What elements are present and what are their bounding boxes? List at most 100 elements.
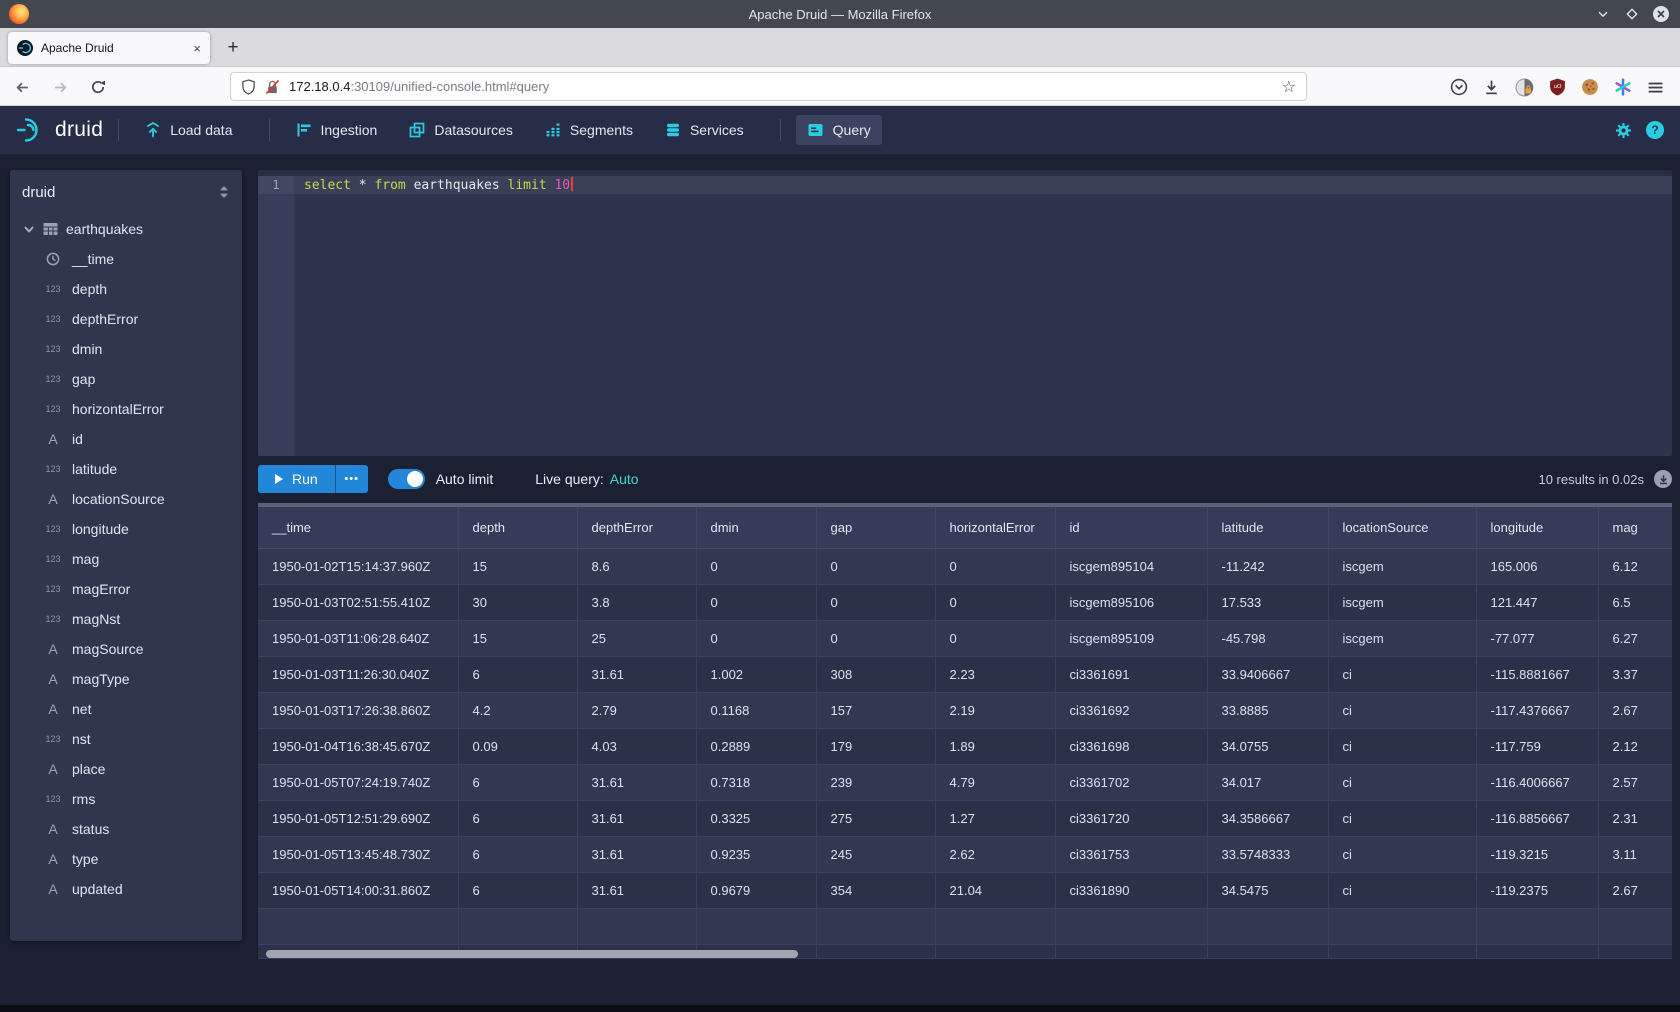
druid-logo[interactable]: druid [16,116,103,144]
cell[interactable]: ci3361720 [1055,800,1207,836]
cell[interactable]: 2.23 [935,656,1055,692]
cell[interactable]: 31.61 [577,656,696,692]
cell[interactable]: 0 [696,548,816,584]
cell[interactable]: 3.37 [1598,656,1672,692]
cell[interactable]: ci [1328,692,1476,728]
sidebar-column-place[interactable]: Aplace [10,754,242,784]
cell[interactable]: 0.9235 [696,836,816,872]
cell[interactable]: 2.19 [935,692,1055,728]
cell[interactable]: 0.3325 [696,800,816,836]
cell[interactable]: 34.017 [1207,764,1328,800]
live-query-control[interactable]: Live query:Auto [535,471,638,487]
column-header-gap[interactable]: gap [816,507,935,548]
sidebar-column-rms[interactable]: 123rms [10,784,242,814]
window-close-button[interactable] [1652,5,1670,23]
cell[interactable]: -11.242 [1207,548,1328,584]
cell[interactable]: iscgem895104 [1055,548,1207,584]
cell[interactable]: 6.5 [1598,584,1672,620]
cell[interactable]: -45.798 [1207,620,1328,656]
cell[interactable]: ci3361692 [1055,692,1207,728]
sidebar-column-horizontalError[interactable]: 123horizontalError [10,394,242,424]
cell[interactable]: 1950-01-05T07:24:19.740Z [258,764,458,800]
cell[interactable]: ci [1328,764,1476,800]
cell[interactable]: 4.79 [935,764,1055,800]
cell[interactable]: 1950-01-05T14:00:31.860Z [258,872,458,908]
cell[interactable]: ci3361890 [1055,872,1207,908]
cell[interactable]: ci [1328,836,1476,872]
forward-button[interactable] [48,75,72,99]
cell[interactable]: 4.03 [577,728,696,764]
window-minimize-button[interactable] [1594,5,1612,23]
cell[interactable]: 31.61 [577,764,696,800]
cell[interactable]: ci3361753 [1055,836,1207,872]
cell[interactable]: 1.89 [935,728,1055,764]
cell[interactable]: 1.002 [696,656,816,692]
cell[interactable]: 15 [458,548,577,584]
cell[interactable]: -116.4006667 [1476,764,1598,800]
cell[interactable]: 2.67 [1598,872,1672,908]
cell[interactable]: ci3361691 [1055,656,1207,692]
nav-item-load-data[interactable]: Load data [134,115,243,145]
run-button[interactable]: Run [258,465,335,493]
column-header-latitude[interactable]: latitude [1207,507,1328,548]
cell[interactable]: 0 [696,584,816,620]
cell[interactable]: 33.9406667 [1207,656,1328,692]
sidebar-column-magSource[interactable]: AmagSource [10,634,242,664]
sql-editor[interactable]: 1 select * from earthquakes limit 10 [258,170,1672,456]
sidebar-column-updated[interactable]: Aupdated [10,874,242,904]
nav-item-services[interactable]: Services [654,115,755,145]
nav-item-query[interactable]: Query [796,115,882,145]
cell[interactable]: -117.759 [1476,728,1598,764]
cell[interactable]: 17.533 [1207,584,1328,620]
ublock-origin-icon[interactable]: uO [1549,78,1566,96]
cell[interactable]: 34.3586667 [1207,800,1328,836]
extension-account-icon[interactable] [1515,78,1534,97]
cell[interactable]: 21.04 [935,872,1055,908]
cell[interactable]: 308 [816,656,935,692]
cell[interactable]: 4.2 [458,692,577,728]
cell[interactable]: 1950-01-02T15:14:37.960Z [258,548,458,584]
sidebar-column-magType[interactable]: AmagType [10,664,242,694]
reload-button[interactable] [86,75,110,99]
cell[interactable]: 3.8 [577,584,696,620]
cell[interactable]: iscgem895109 [1055,620,1207,656]
cell[interactable]: -117.4376667 [1476,692,1598,728]
back-button[interactable] [10,75,34,99]
cell[interactable]: 1950-01-03T02:51:55.410Z [258,584,458,620]
cell[interactable]: 34.5475 [1207,872,1328,908]
cell[interactable]: 0.7318 [696,764,816,800]
menu-hamburger-icon[interactable] [1647,79,1664,96]
cell[interactable]: 3.11 [1598,836,1672,872]
new-tab-button[interactable]: + [220,35,246,61]
cell[interactable]: 0 [816,620,935,656]
cell[interactable]: ci [1328,872,1476,908]
cell[interactable]: 6.12 [1598,548,1672,584]
cell[interactable]: 34.0755 [1207,728,1328,764]
cell[interactable]: iscgem [1328,584,1476,620]
sidebar-column-type[interactable]: Atype [10,844,242,874]
browser-tab[interactable]: Apache Druid × [8,32,210,64]
cell[interactable]: 275 [816,800,935,836]
cell[interactable]: -115.8881667 [1476,656,1598,692]
cell[interactable]: 0.1168 [696,692,816,728]
cell[interactable]: 31.61 [577,872,696,908]
help-icon[interactable]: ? [1646,121,1664,139]
sidebar-column-magNst[interactable]: 123magNst [10,604,242,634]
downloads-icon[interactable] [1483,79,1500,96]
sql-code[interactable]: select * from earthquakes limit 10 [304,177,573,193]
cell[interactable]: 2.62 [935,836,1055,872]
sidebar-column-magError[interactable]: 123magError [10,574,242,604]
tab-close-button[interactable]: × [193,42,201,55]
tracking-protection-shield-icon[interactable] [241,79,256,95]
cell[interactable]: 121.447 [1476,584,1598,620]
sidebar-column-gap[interactable]: 123gap [10,364,242,394]
cell[interactable]: iscgem [1328,548,1476,584]
cell[interactable]: 165.006 [1476,548,1598,584]
colorful-extension-icon[interactable] [1614,78,1632,96]
cell[interactable]: 239 [816,764,935,800]
insecure-connection-lock-icon[interactable] [265,79,280,95]
cookie-extension-icon[interactable] [1581,78,1599,96]
sidebar-column-nst[interactable]: 123nst [10,724,242,754]
cell[interactable]: 0 [696,620,816,656]
cell[interactable]: 1.27 [935,800,1055,836]
